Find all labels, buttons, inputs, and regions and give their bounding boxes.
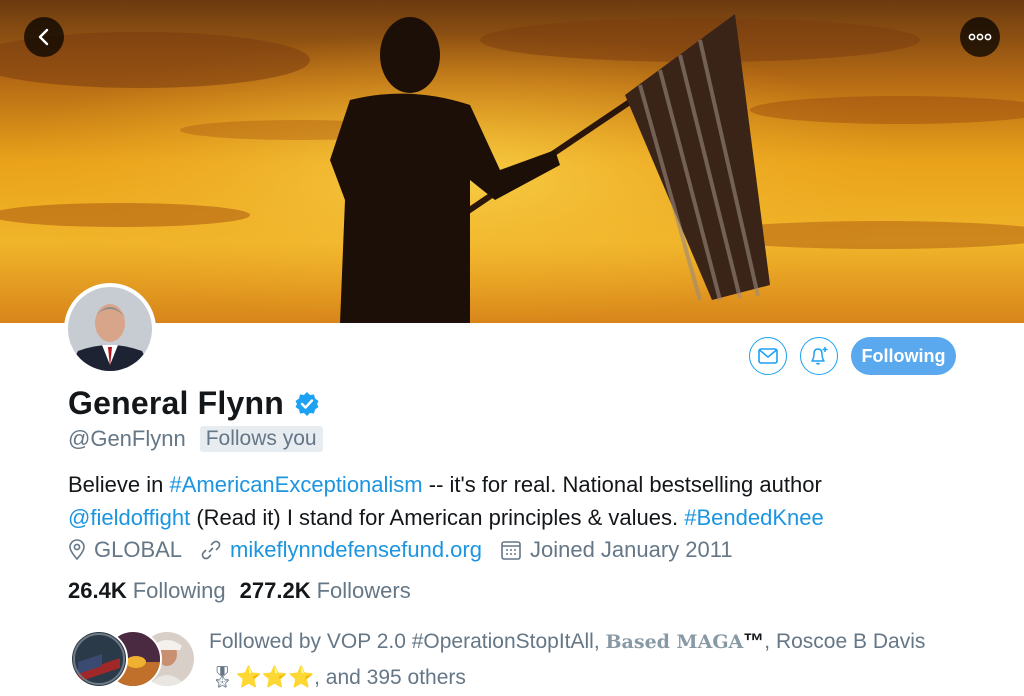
join-date-text: Joined January 2011 — [529, 537, 733, 562]
chevron-left-icon — [38, 28, 49, 46]
followers-label: Followers — [316, 578, 411, 603]
location: GLOBAL — [68, 537, 182, 563]
followed-by-prefix: Followed by VOP 2.0 #OperationStopItAll, — [209, 630, 606, 653]
followers-stat[interactable]: 277.2K Followers — [240, 578, 411, 604]
follower-avatar — [70, 630, 128, 688]
hashtag-link[interactable]: #AmericanExceptionalism — [170, 472, 423, 497]
profile-bio: Believe in #AmericanExceptionalism -- it… — [68, 468, 968, 534]
following-count: 26.4K — [68, 578, 127, 603]
follows-you-badge: Follows you — [199, 426, 323, 452]
display-name: General Flynn — [68, 385, 284, 421]
back-button[interactable] — [24, 17, 64, 57]
envelope-icon — [758, 348, 778, 364]
followed-by-text: Followed by VOP 2.0 #OperationStopItAll,… — [209, 624, 1009, 695]
location-pin-icon — [69, 539, 85, 561]
join-date: Joined January 2011 — [500, 537, 733, 563]
bell-plus-icon — [811, 347, 828, 365]
more-options-button[interactable] — [960, 17, 1000, 57]
handle-row: @GenFlynn Follows you — [68, 426, 323, 452]
bio-text: -- it's for real. National bestselling a… — [422, 472, 822, 497]
profile-stats: 26.4K Following 277.2K Followers — [68, 578, 425, 604]
website-link[interactable]: mikeflynndefensefund.org — [230, 537, 482, 563]
notifications-button[interactable] — [800, 337, 838, 375]
trademark-symbol: ™ — [743, 630, 765, 653]
following-button[interactable]: Following — [851, 337, 956, 375]
mention-link[interactable]: @fieldoffight — [68, 505, 190, 530]
followed-by-name: Based MAGA — [605, 631, 744, 653]
more-horizontal-icon — [968, 33, 992, 41]
followers-count: 277.2K — [239, 578, 311, 603]
calendar-icon — [501, 541, 521, 560]
bio-text: Believe in — [68, 472, 170, 497]
bio-text: (Read it) I stand for American principle… — [190, 505, 685, 530]
link-icon — [201, 540, 221, 560]
hashtag-link[interactable]: #BendedKnee — [684, 505, 823, 530]
message-button[interactable] — [749, 337, 787, 375]
name-row: General Flynn — [68, 385, 320, 422]
profile-avatar[interactable] — [64, 283, 156, 375]
following-stat[interactable]: 26.4K Following — [68, 578, 226, 604]
website: mikeflynndefensefund.org — [200, 537, 482, 563]
profile-meta: GLOBAL mikeflynndefensefund.org Joined J… — [68, 537, 751, 563]
verified-badge-icon — [294, 391, 320, 417]
followed-by-suffix: , Roscoe B Davis — [764, 630, 926, 653]
location-text: GLOBAL — [94, 537, 183, 562]
profile-banner — [0, 0, 1024, 323]
user-handle: @GenFlynn — [68, 426, 186, 451]
medal-star-emoji: 🎖⭐⭐⭐ — [209, 666, 315, 689]
followed-by-others: , and 395 others — [314, 666, 466, 689]
following-label: Following — [132, 578, 226, 603]
